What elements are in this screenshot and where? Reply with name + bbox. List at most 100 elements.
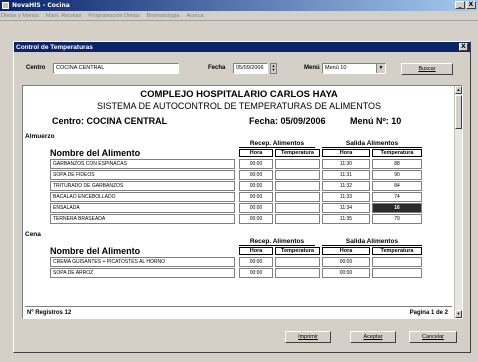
- table-row: BACALAO ENCEBOLLADO 00:00 11:33 74: [23, 192, 455, 202]
- recep-temp: [275, 192, 320, 202]
- food-name: CREMA GUISANTES + PICATOSTES AL HORNO: [50, 257, 235, 267]
- recep-hora: 00:00: [239, 268, 273, 278]
- food-name: SOPA DE ARROZ: [50, 268, 235, 278]
- menu-select[interactable]: Menú 10 ▼: [322, 63, 386, 74]
- salida-temp-header: Temperatura: [372, 247, 422, 255]
- chevron-down-icon[interactable]: ▼: [376, 64, 385, 73]
- recep-hora: 00:00: [239, 159, 273, 169]
- salida-temp-header: Temperatura: [372, 149, 422, 157]
- report-footer-divider: [25, 306, 452, 307]
- fecha-input[interactable]: 05/09/2006: [233, 63, 268, 74]
- dialog-titlebar: Control de Temperaturas: [14, 42, 470, 52]
- salida-temp: 88: [372, 159, 422, 169]
- salida-temp: 84: [372, 181, 422, 191]
- recep-hora: 00:00: [239, 214, 273, 224]
- recep-hora-header: Hora: [239, 149, 273, 157]
- scroll-down-icon[interactable]: ▼: [455, 310, 462, 318]
- food-name: SOPA DE FIDEOS: [50, 170, 235, 180]
- salida-hora-header: Hora: [322, 247, 370, 255]
- filter-bar: Centro COCINA CENTRAL Fecha 05/09/2006 ▲…: [14, 62, 470, 76]
- nombre-header: Nombre del Alimento: [50, 148, 141, 158]
- report-subtitle: SISTEMA DE AUTOCONTROL DE TEMPERATURAS D…: [96, 101, 382, 111]
- report-centro: Centro: COCINA CENTRAL: [52, 116, 168, 126]
- temperature-dialog: Control de Temperaturas X Centro COCINA …: [13, 41, 471, 353]
- salida-hora: 11:34: [322, 203, 370, 213]
- salida-header: Salida Alimentos: [322, 140, 422, 148]
- food-name: BACALAO ENCEBOLLADO: [50, 192, 235, 202]
- recep-temp: [275, 170, 320, 180]
- scroll-thumb[interactable]: [455, 95, 462, 129]
- recep-header: Recep. Alimentos: [239, 140, 315, 148]
- menu-select-value: Menú 10: [325, 65, 347, 71]
- window-controls: _ X: [455, 1, 476, 9]
- salida-hora: 11:30: [322, 159, 370, 169]
- date-spinner[interactable]: ▲ ▼: [270, 63, 277, 74]
- report-menu: Menú Nº: 10: [350, 116, 402, 126]
- cancelar-button[interactable]: Cancelar: [409, 331, 457, 343]
- salida-hora: 00:00: [322, 268, 370, 278]
- menu-bar: Dietas y Menús Mant. Recetas Programació…: [0, 11, 478, 21]
- food-name: ENSALADA: [50, 203, 235, 213]
- app-icon: [2, 2, 9, 9]
- dialog-close-button[interactable]: X: [459, 43, 468, 51]
- nombre-header: Nombre del Alimento: [50, 246, 141, 256]
- table-row: ENSALADA 00:00 11:34 16: [23, 203, 455, 213]
- scroll-up-icon[interactable]: ▲: [455, 86, 462, 94]
- table-row: SOPA DE ARROZ 00:00 00:00: [23, 268, 455, 278]
- menu-programacion[interactable]: Programación Dietas: [88, 13, 139, 19]
- app-close-button[interactable]: X: [466, 1, 476, 9]
- aceptar-button[interactable]: Aceptar: [350, 331, 396, 343]
- centro-input[interactable]: COCINA CENTRAL: [53, 63, 179, 74]
- app-titlebar: NovaHIS - Cocina _ X: [0, 0, 478, 11]
- salida-hora: 00:00: [322, 257, 370, 267]
- centro-label: Centro: [26, 65, 46, 71]
- menu-bromatologia[interactable]: Bromatología: [147, 13, 180, 19]
- table-row: CREMA GUISANTES + PICATOSTES AL HORNO 00…: [23, 257, 455, 267]
- fecha-label: Fecha: [208, 65, 226, 71]
- menu-label: Menú: [304, 65, 320, 71]
- salida-temp: [372, 257, 422, 267]
- recep-temp: [275, 268, 320, 278]
- recep-hora: 00:00: [239, 203, 273, 213]
- recep-temp-header: Temperatura: [275, 149, 320, 157]
- vertical-scrollbar[interactable]: ▲ ▼: [454, 86, 462, 318]
- recep-temp: [275, 203, 320, 213]
- salida-hora-header: Hora: [322, 149, 370, 157]
- registros-count: Nº Registros 12: [27, 310, 72, 316]
- salida-temp: 74: [372, 192, 422, 202]
- salida-header: Salida Alimentos: [322, 238, 422, 246]
- section-cena-label: Cena: [25, 231, 41, 238]
- imprimir-button[interactable]: Imprimir: [285, 331, 331, 343]
- recep-hora: 00:00: [239, 181, 273, 191]
- section-almuerzo-label: Almuerzo: [25, 133, 55, 140]
- menu-dietas[interactable]: Dietas y Menús: [1, 13, 39, 19]
- food-name: GARBANZOS CON ESPINACAS: [50, 159, 235, 169]
- salida-hora: 11:35: [322, 214, 370, 224]
- page-indicator: Pagina 1 de 2: [409, 310, 448, 316]
- salida-temp: 79: [372, 214, 422, 224]
- food-name: TRITURADO DE GARBANZOS: [50, 181, 235, 191]
- recep-hora: 00:00: [239, 170, 273, 180]
- salida-temp: 90: [372, 170, 422, 180]
- dialog-title: Control de Temperaturas: [16, 43, 93, 51]
- table-row: TERNERA BRASEADA 00:00 11:35 79: [23, 214, 455, 224]
- food-name: TERNERA BRASEADA: [50, 214, 235, 224]
- salida-temp-highlighted: 16: [372, 203, 422, 213]
- recep-hora: 00:00: [239, 192, 273, 202]
- menu-acerca[interactable]: Acerca: [186, 13, 203, 19]
- salida-hora: 11:31: [322, 170, 370, 180]
- report-view: COMPLEJO HOSPITALARIO CARLOS HAYA SISTEM…: [22, 85, 463, 319]
- salida-hora: 11:32: [322, 181, 370, 191]
- recep-hora-header: Hora: [239, 247, 273, 255]
- salida-temp: [372, 268, 422, 278]
- app-title: NovaHIS - Cocina: [12, 2, 70, 9]
- report-fecha: Fecha: 05/09/2006: [249, 116, 326, 126]
- table-row: GARBANZOS CON ESPINACAS 00:00 11:30 88: [23, 159, 455, 169]
- table-row: TRITURADO DE GARBANZOS 00:00 11:32 84: [23, 181, 455, 191]
- recep-hora: 00:00: [239, 257, 273, 267]
- buscar-button[interactable]: Buscar: [401, 63, 453, 75]
- minimize-button[interactable]: _: [455, 1, 465, 9]
- menu-recetas[interactable]: Mant. Recetas: [46, 13, 81, 19]
- salida-hora: 11:33: [322, 192, 370, 202]
- recep-temp: [275, 257, 320, 267]
